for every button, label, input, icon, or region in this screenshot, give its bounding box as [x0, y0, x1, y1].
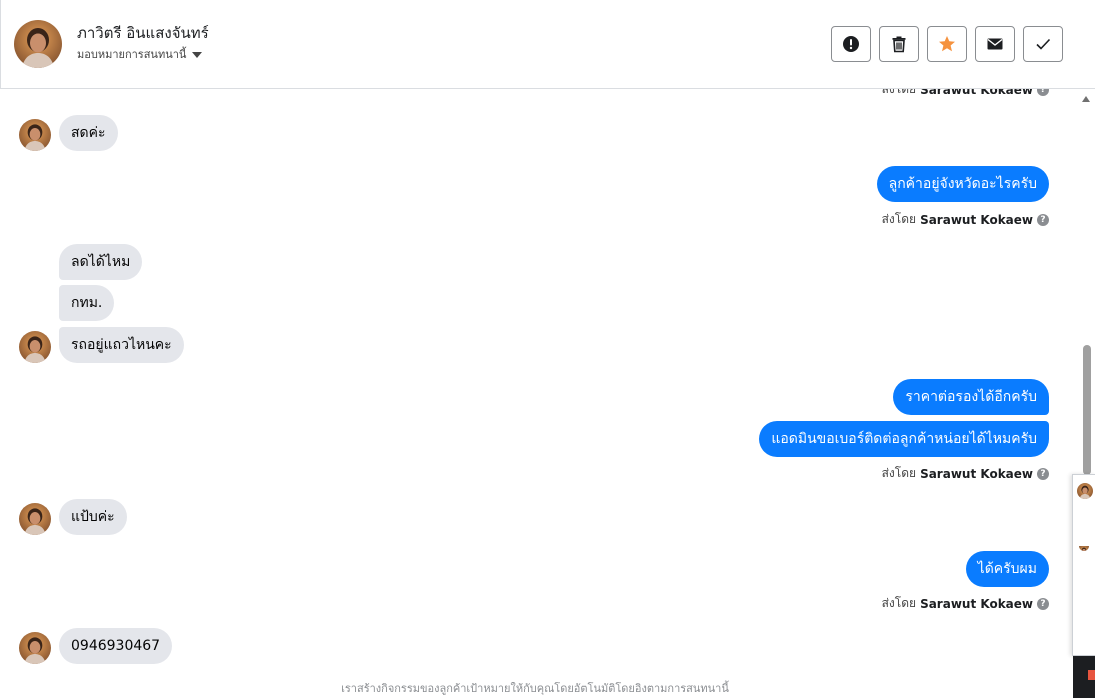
chat-heads-panel: [1072, 474, 1095, 656]
outgoing-message[interactable]: แอดมินขอเบอร์ติดต่อลูกค้าหน่อยได้ไหมครับ: [759, 421, 1049, 457]
delete-button[interactable]: [879, 26, 919, 62]
sent-by-label: ส่งโดย Sarawut Kokaew?: [882, 464, 1049, 483]
help-icon[interactable]: ?: [1037, 467, 1049, 480]
sender-avatar[interactable]: [19, 503, 51, 535]
sent-by-label: ส่งโดย Sarawut Kokaew?: [882, 89, 1049, 99]
scrollbar-thumb[interactable]: [1083, 345, 1091, 475]
mark-done-button[interactable]: [1023, 26, 1063, 62]
help-icon[interactable]: ?: [1037, 89, 1049, 96]
chat-head-avatar[interactable]: [1077, 483, 1093, 499]
outgoing-message[interactable]: ลูกค้าอยู่จังหวัดอะไรครับ: [876, 166, 1049, 202]
star-icon: [939, 36, 955, 52]
message-list[interactable]: ส่งโดย Sarawut Kokaew? สดค่ะ ลูกค้าอยู่จั…: [0, 89, 1073, 698]
alert-icon: [843, 36, 859, 52]
checkmark-icon: [1036, 38, 1051, 50]
help-icon[interactable]: ?: [1037, 597, 1049, 610]
sender-avatar[interactable]: [19, 119, 51, 151]
incoming-message[interactable]: กทม.: [59, 285, 115, 321]
incoming-message[interactable]: แป้บค่ะ: [59, 499, 127, 535]
incoming-message[interactable]: สดค่ะ: [59, 115, 118, 151]
help-icon[interactable]: ?: [1037, 213, 1049, 226]
conversation-header: ภาวิตรี อินแสงจันทร์ มอบหมายการสนทนานี้: [0, 0, 1095, 89]
conversation-actions: [831, 26, 1063, 62]
trash-icon: [892, 36, 906, 53]
sender-avatar[interactable]: [19, 632, 51, 664]
lead-activity-note: เราสร้างกิจกรรมของลูกค้าเป้าหมายให้กับคุ…: [341, 682, 729, 695]
report-spam-button[interactable]: [831, 26, 871, 62]
caret-down-icon: [192, 51, 203, 58]
envelope-icon: [987, 38, 1003, 50]
app-icon[interactable]: [1088, 670, 1095, 680]
assign-conversation-dropdown[interactable]: มอบหมายการสนทนานี้: [77, 45, 203, 63]
scroll-up-arrow-icon[interactable]: [1082, 96, 1090, 102]
incoming-message[interactable]: 0946930467: [59, 628, 173, 664]
outgoing-message[interactable]: ราคาต่อรองได้อีกครับ: [893, 379, 1049, 415]
incoming-message[interactable]: รถอยู่แถวไหนคะ: [59, 327, 184, 363]
assign-label: มอบหมายการสนทนานี้: [77, 48, 187, 61]
star-button[interactable]: [927, 26, 967, 62]
contact-name[interactable]: ภาวิตรี อินแสงจันทร์: [77, 21, 209, 45]
mark-unread-button[interactable]: [975, 26, 1015, 62]
chat-head-avatar[interactable]: [1079, 541, 1089, 551]
sent-by-label: ส่งโดย Sarawut Kokaew?: [882, 210, 1049, 229]
sent-by-label: ส่งโดย Sarawut Kokaew?: [882, 594, 1049, 613]
contact-avatar[interactable]: [14, 20, 62, 68]
incoming-message[interactable]: ลดได้ไหม: [59, 244, 143, 280]
outgoing-message[interactable]: ได้ครับผม: [965, 551, 1049, 587]
sender-avatar[interactable]: [19, 331, 51, 363]
